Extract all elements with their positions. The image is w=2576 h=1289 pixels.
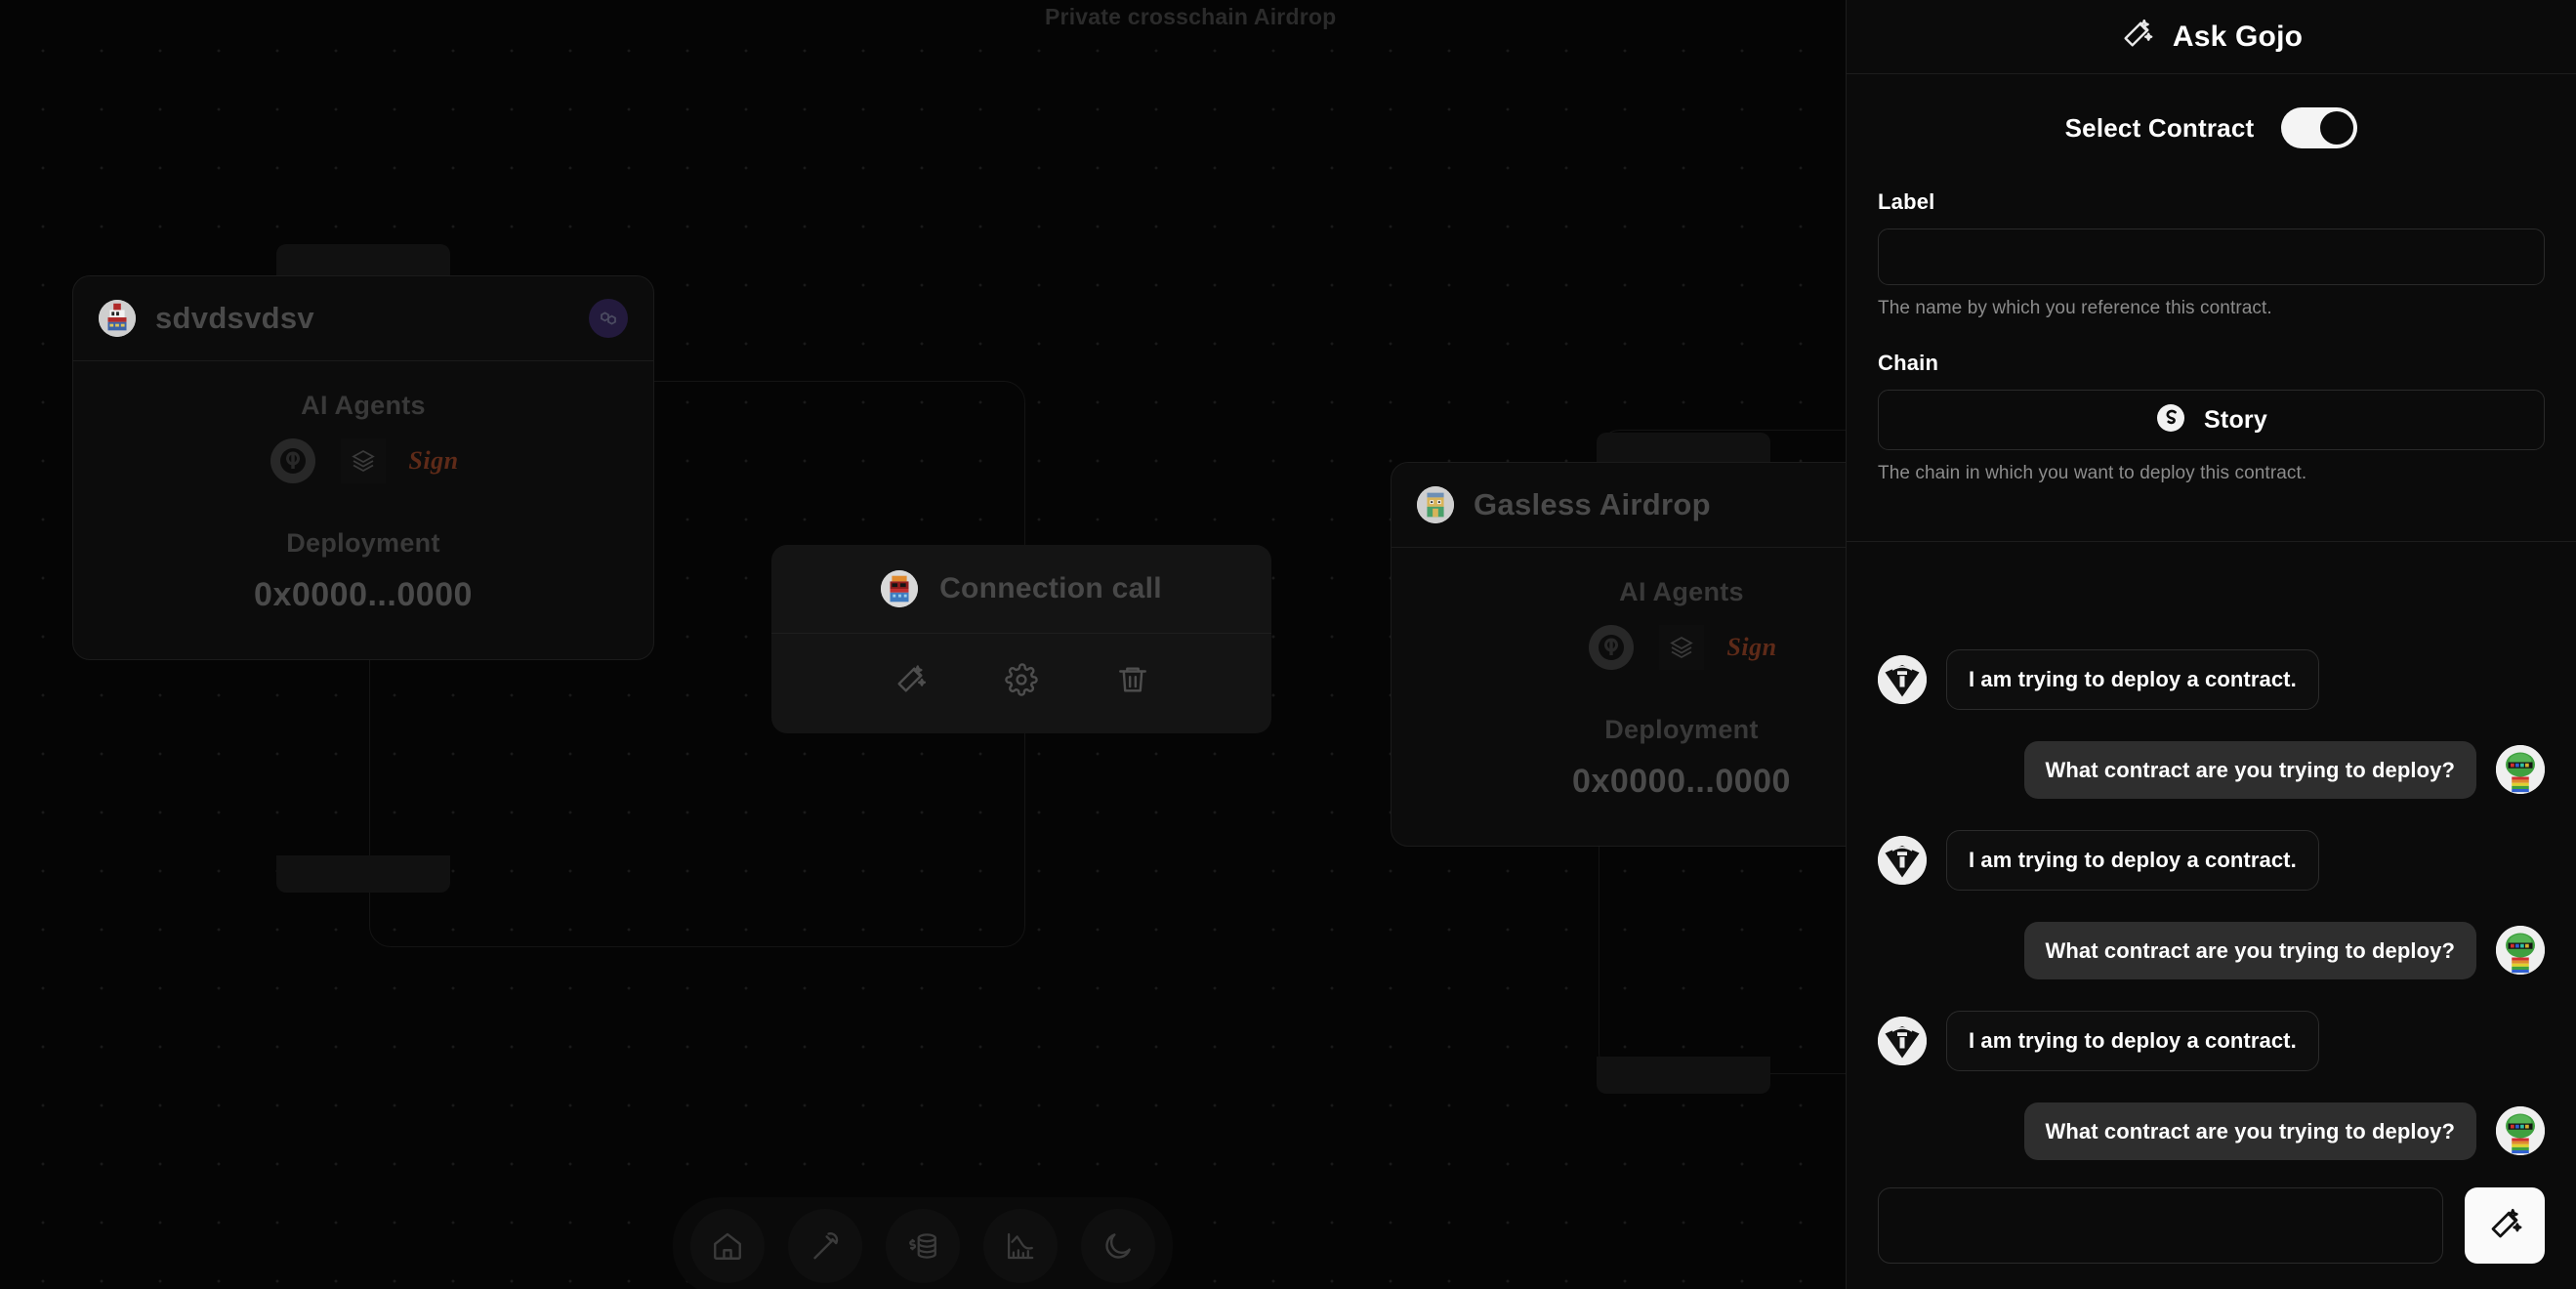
panel-title: Ask Gojo bbox=[2172, 20, 2304, 53]
flow-canvas[interactable]: Private crosschain Airdrop sdvdsvdsv AI … bbox=[0, 0, 1846, 1289]
node-body: AI Agents Sign Deployment 0x0000...0000 bbox=[1392, 548, 1846, 846]
user-avatar bbox=[2496, 745, 2545, 795]
node-avatar bbox=[99, 300, 136, 337]
node-header: sdvdsvdsv bbox=[73, 276, 653, 361]
node-title: Gasless Airdrop bbox=[1474, 487, 1711, 521]
polygon-icon bbox=[589, 299, 628, 338]
chat-input[interactable] bbox=[1878, 1187, 2443, 1264]
deployment-address[interactable]: 0x0000...0000 bbox=[99, 576, 628, 614]
node-body: AI Agents Sign Deployment 0x0000...0000 bbox=[73, 361, 653, 659]
node-handle-bottom-right[interactable] bbox=[1597, 1057, 1770, 1094]
chart-icon[interactable] bbox=[983, 1209, 1058, 1283]
label-field-label: Label bbox=[1878, 189, 1935, 214]
chat-message-bot: I am trying to deploy a contract. bbox=[1878, 830, 2545, 891]
connection-call-title: Connection call bbox=[939, 572, 1162, 604]
agents-row: Sign bbox=[1417, 625, 1846, 670]
connection-call-actions bbox=[771, 634, 1271, 733]
sign-logo[interactable]: Sign bbox=[1726, 625, 1777, 670]
chat-message-user: What contract are you trying to deploy? bbox=[1878, 740, 2545, 799]
chat-messages[interactable]: I am trying to deploy a contract. What c… bbox=[1847, 541, 2576, 1170]
home-icon[interactable] bbox=[690, 1209, 765, 1283]
chat-message-bot: I am trying to deploy a contract. bbox=[1878, 1011, 2545, 1071]
trash-icon[interactable] bbox=[1112, 659, 1153, 700]
chat-composer bbox=[1847, 1170, 2576, 1289]
bot-avatar bbox=[1878, 1016, 1927, 1065]
chain-field-block: Chain Story The chain in which you want … bbox=[1878, 351, 2545, 484]
deployment-label: Deployment bbox=[1604, 715, 1759, 744]
chat-message-user: What contract are you trying to deploy? bbox=[1878, 921, 2545, 979]
hammer-icon[interactable] bbox=[788, 1209, 862, 1283]
chat-message-bot: I am trying to deploy a contract. bbox=[1878, 649, 2545, 710]
magic-wand-icon[interactable] bbox=[890, 659, 931, 700]
app-root: Private crosschain Airdrop sdvdsvdsv AI … bbox=[0, 0, 2576, 1289]
select-contract-toggle[interactable] bbox=[2281, 107, 2358, 148]
label-input[interactable] bbox=[1878, 229, 2545, 285]
bot-avatar bbox=[1878, 654, 1927, 704]
ask-gojo-panel: Ask Gojo Select Contract Label The name … bbox=[1846, 0, 2576, 1289]
panel-header: Ask Gojo bbox=[1847, 0, 2576, 74]
chat-bubble: What contract are you trying to deploy? bbox=[2023, 921, 2476, 979]
user-avatar bbox=[2496, 1106, 2545, 1156]
chat-bubble: What contract are you trying to deploy? bbox=[2023, 740, 2476, 799]
gear-icon[interactable] bbox=[1001, 659, 1042, 700]
node-card-gasless-airdrop[interactable]: Gasless Airdrop AI Agents Sign Deploymen… bbox=[1391, 462, 1846, 847]
node-card-sdvdsvdsv[interactable]: sdvdsvdsv AI Agents Sign Deployment 0x00… bbox=[72, 275, 654, 660]
bottom-dock bbox=[673, 1197, 1173, 1289]
contract-form: Select Contract Label The name by which … bbox=[1847, 74, 2576, 541]
select-contract-row: Select Contract bbox=[1878, 107, 2545, 148]
agent-circle-icon[interactable] bbox=[1589, 625, 1634, 670]
node-header: Gasless Airdrop bbox=[1392, 463, 1846, 548]
chat-bubble: I am trying to deploy a contract. bbox=[1946, 1011, 2319, 1071]
chat-bubble: What contract are you trying to deploy? bbox=[2023, 1102, 2476, 1160]
moon-icon[interactable] bbox=[1081, 1209, 1155, 1283]
magic-wand-icon bbox=[2120, 18, 2153, 56]
label-field-block: Label The name by which you reference th… bbox=[1878, 189, 2545, 319]
deployment-address[interactable]: 0x0000...0000 bbox=[1417, 763, 1846, 801]
sign-logo-text: Sign bbox=[408, 446, 459, 475]
chat-bubble: I am trying to deploy a contract. bbox=[1946, 830, 2319, 891]
label-field-hint: The name by which you reference this con… bbox=[1878, 298, 2272, 318]
user-avatar bbox=[2496, 926, 2545, 976]
agent-circle-icon[interactable] bbox=[270, 438, 315, 483]
connection-call-header: Connection call bbox=[771, 545, 1271, 634]
chain-selected-name: Story bbox=[2204, 405, 2267, 434]
connection-call-avatar bbox=[881, 570, 919, 607]
story-logo bbox=[2155, 402, 2186, 438]
chain-field-hint: The chain in which you want to deploy th… bbox=[1878, 463, 2307, 483]
bot-avatar bbox=[1878, 835, 1927, 885]
agent-box-icon[interactable] bbox=[341, 438, 386, 483]
agent-box-icon[interactable] bbox=[1659, 625, 1704, 670]
magic-wand-icon bbox=[2487, 1207, 2522, 1245]
chat-message-user: What contract are you trying to deploy? bbox=[1878, 1102, 2545, 1160]
node-handle-bottom-left[interactable] bbox=[276, 855, 450, 893]
canvas-title: Private crosschain Airdrop bbox=[1045, 4, 1337, 29]
node-avatar bbox=[1417, 486, 1454, 523]
chain-select[interactable]: Story bbox=[1878, 390, 2545, 450]
coins-icon[interactable] bbox=[886, 1209, 960, 1283]
agents-section-label: AI Agents bbox=[301, 391, 426, 420]
deployment-label: Deployment bbox=[286, 528, 440, 558]
send-button[interactable] bbox=[2465, 1187, 2545, 1264]
chain-field-label: Chain bbox=[1878, 351, 1939, 375]
node-title: sdvdsvdsv bbox=[155, 301, 314, 335]
sign-logo[interactable]: Sign bbox=[408, 438, 459, 483]
sign-logo-text: Sign bbox=[1726, 633, 1777, 661]
chat-bubble: I am trying to deploy a contract. bbox=[1946, 649, 2319, 710]
toggle-knob bbox=[2320, 111, 2354, 145]
connection-call-panel[interactable]: Connection call bbox=[771, 545, 1271, 733]
agents-row: Sign bbox=[99, 438, 628, 483]
agents-section-label: AI Agents bbox=[1619, 577, 1744, 606]
select-contract-label: Select Contract bbox=[2064, 112, 2255, 143]
